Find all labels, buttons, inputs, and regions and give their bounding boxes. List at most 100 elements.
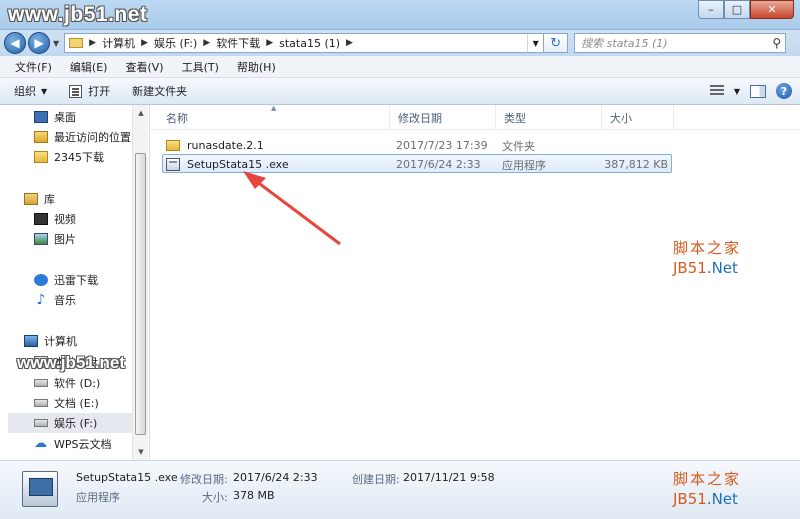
open-icon — [69, 84, 83, 98]
pictures-icon — [34, 233, 48, 245]
organize-button[interactable]: 组织 ▼ — [14, 83, 47, 99]
forward-button[interactable]: ▶ — [28, 32, 50, 54]
nav-label: 娱乐 (F:) — [54, 417, 98, 430]
column-header-size[interactable]: 大小 — [602, 105, 674, 130]
scroll-down-icon[interactable]: ▼ — [133, 444, 149, 460]
chevron-right-icon[interactable]: ▶ — [346, 38, 353, 48]
details-size-value: 378 MB — [233, 489, 275, 502]
menu-view[interactable]: 查看(V) — [116, 59, 172, 75]
column-header-row: ▲ 名称 修改日期 类型 大小 — [150, 104, 800, 130]
help-icon[interactable]: ? — [776, 83, 792, 99]
details-created-label: 创建日期: — [352, 473, 400, 486]
watermark-logo: 脚本之家 JB51.Net — [673, 469, 741, 509]
back-button[interactable]: ◀ — [4, 32, 26, 54]
nav-item-wps-cloud[interactable]: ☁ WPS云文档 — [34, 434, 112, 454]
new-folder-button[interactable]: 新建文件夹 — [132, 83, 187, 99]
video-icon — [34, 213, 48, 225]
nav-scrollbar[interactable]: ▲ ▼ — [132, 105, 148, 460]
search-input[interactable]: 搜索 stata15 (1) ⚲ — [574, 33, 787, 53]
file-name: runasdate.2.1 — [187, 139, 264, 152]
nav-item-video[interactable]: 视频 — [34, 209, 76, 229]
nav-item-thunder-downloads[interactable]: 迅雷下载 — [34, 270, 98, 290]
column-header-modified[interactable]: 修改日期 — [390, 105, 496, 130]
file-name-cell: SetupStata15 .exe — [166, 155, 289, 174]
watermark-en-part: JB51 — [673, 259, 707, 277]
folder-icon — [34, 151, 48, 163]
maximize-button[interactable]: □ — [724, 0, 750, 19]
view-dropdown-icon[interactable]: ▼ — [734, 87, 740, 96]
file-row-runasdate[interactable]: runasdate.2.1 2017/7/23 17:39 文件夹 — [162, 136, 672, 155]
nav-item-library[interactable]: 库 — [24, 189, 55, 209]
breadcrumb-drive-f[interactable]: 娱乐 (F:) — [154, 35, 197, 51]
close-button[interactable]: ✕ — [750, 0, 794, 19]
nav-label: WPS云文档 — [54, 438, 112, 451]
details-modified-value: 2017/6/24 2:33 — [233, 471, 318, 484]
scrollbar-thumb[interactable] — [135, 153, 146, 435]
details-filetype: 应用程序 — [76, 491, 120, 504]
nav-label: 迅雷下载 — [54, 274, 98, 287]
watermark-en-part: .Net — [706, 490, 738, 508]
breadcrumb-downloads[interactable]: 软件下载 — [216, 35, 260, 51]
address-bar[interactable]: ▶ 计算机 ▶ 娱乐 (F:) ▶ 软件下载 ▶ stata15 (1) ▶ ▼ — [64, 33, 545, 53]
watermark-en: JB51.Net — [673, 258, 741, 278]
nav-label: 计算机 — [44, 335, 77, 348]
organize-label: 组织 — [14, 85, 36, 98]
watermark-en-part: JB51 — [673, 490, 707, 508]
search-placeholder: 搜索 stata15 (1) — [581, 37, 668, 50]
back-arrow-icon: ◀ — [10, 36, 20, 50]
new-folder-label: 新建文件夹 — [132, 85, 188, 98]
nav-item-drive-f[interactable]: 娱乐 (F:) — [8, 413, 140, 433]
column-header-name[interactable]: 名称 — [158, 105, 390, 130]
address-dropdown-icon[interactable]: ▼ — [527, 34, 543, 52]
open-label: 打开 — [88, 85, 111, 98]
drive-icon — [34, 379, 48, 387]
nav-item-music[interactable]: ♪ 音乐 — [34, 290, 76, 310]
nav-item-pictures[interactable]: 图片 — [34, 229, 76, 249]
file-name: SetupStata15 .exe — [187, 158, 289, 171]
scroll-up-icon[interactable]: ▲ — [133, 105, 149, 121]
menu-help[interactable]: 帮助(H) — [228, 59, 285, 75]
change-view-icon[interactable] — [709, 85, 724, 97]
history-dropdown-icon[interactable]: ▼ — [53, 39, 59, 48]
nav-item-2345-downloads[interactable]: 2345下载 — [34, 147, 104, 167]
nav-label: 2345下载 — [54, 151, 104, 164]
nav-item-desktop[interactable]: 桌面 — [34, 107, 76, 127]
breadcrumb-stata15[interactable]: stata15 (1) — [279, 37, 340, 50]
nav-item-computer[interactable]: 计算机 — [24, 331, 77, 351]
minimize-button[interactable]: – — [698, 0, 724, 19]
nav-item-drive-d[interactable]: 软件 (D:) — [34, 373, 100, 393]
menu-tools[interactable]: 工具(T) — [173, 59, 228, 75]
file-type: 应用程序 — [502, 158, 546, 172]
refresh-button[interactable]: ↻ — [544, 33, 569, 53]
file-row-setupstata15[interactable]: SetupStata15 .exe 2017/6/24 2:33 应用程序 38… — [162, 154, 672, 173]
chevron-right-icon[interactable]: ▶ — [203, 38, 210, 48]
chevron-right-icon[interactable]: ▶ — [141, 38, 148, 48]
preview-pane-icon[interactable] — [750, 84, 766, 98]
watermark-en: JB51.Net — [673, 489, 741, 509]
command-bar: 组织 ▼ 打开 新建文件夹 ▼ ? — [0, 78, 800, 105]
breadcrumb-computer[interactable]: 计算机 — [102, 35, 135, 51]
watermark-cn: 脚本之家 — [673, 470, 742, 488]
recent-places-icon — [34, 131, 48, 143]
nav-label: 库 — [44, 193, 55, 206]
chevron-right-icon[interactable]: ▶ — [266, 38, 273, 48]
chevron-right-icon[interactable]: ▶ — [89, 38, 96, 48]
desktop-icon — [34, 111, 48, 123]
thunder-icon — [34, 274, 48, 286]
navigation-pane: 桌面 最近访问的位置 2345下载 库 视频 图片 迅雷下载 ♪ 音乐 计算机 … — [0, 105, 150, 460]
menu-bar: 文件(F) 编辑(E) 查看(V) 工具(T) 帮助(H) — [0, 56, 800, 78]
watermark-en-part: .Net — [706, 259, 738, 277]
column-header-type[interactable]: 类型 — [496, 105, 602, 130]
menu-file[interactable]: 文件(F) — [6, 59, 61, 75]
window-controls: – □ ✕ — [698, 0, 794, 19]
menu-edit[interactable]: 编辑(E) — [61, 59, 117, 75]
nav-item-drive-e[interactable]: 文档 (E:) — [34, 393, 99, 413]
file-modified: 2017/7/23 17:39 — [396, 139, 488, 152]
computer-icon — [24, 335, 38, 347]
open-button[interactable]: 打开 — [69, 83, 110, 99]
nav-item-recent[interactable]: 最近访问的位置 — [34, 127, 131, 147]
application-icon — [166, 158, 180, 171]
search-icon[interactable]: ⚲ — [772, 36, 781, 50]
folder-icon — [69, 38, 84, 48]
address-row: ◀ ▶ ▼ ▶ 计算机 ▶ 娱乐 (F:) ▶ 软件下载 ▶ stata15 (… — [0, 30, 800, 56]
